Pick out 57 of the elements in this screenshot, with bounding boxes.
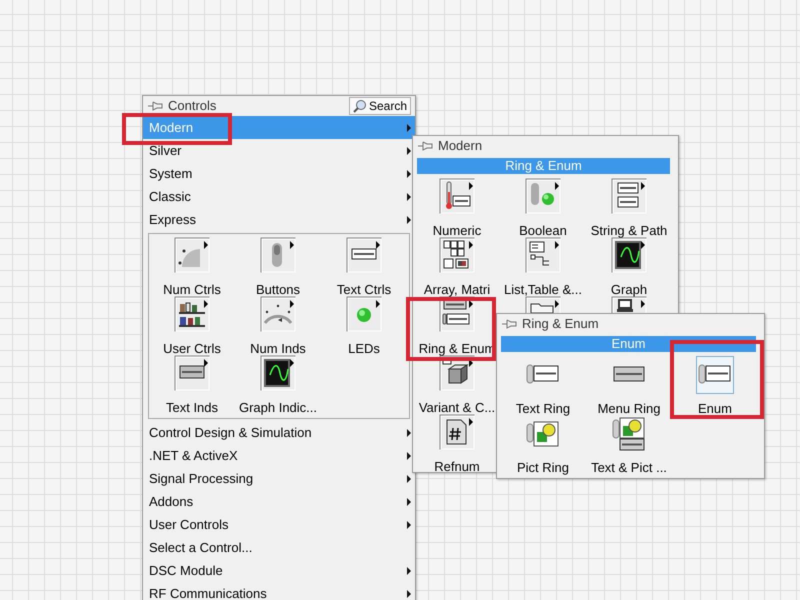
palette-item[interactable]: Enum <box>672 356 758 415</box>
pin-icon[interactable] <box>501 318 517 330</box>
palette-item[interactable]: Graph <box>586 237 672 296</box>
palette-item[interactable]: Num Ctrls <box>149 237 235 296</box>
menu-item[interactable]: User Controls <box>143 513 415 536</box>
list-tree-icon <box>525 237 561 273</box>
menu-item[interactable]: Silver <box>143 139 415 162</box>
palette-item[interactable]: Pict Ring <box>500 415 586 474</box>
search-button[interactable]: Search <box>348 97 411 115</box>
menu-item[interactable]: .NET & ActiveX <box>143 444 415 467</box>
palette-item[interactable]: Text Ring <box>500 356 586 415</box>
menu-item[interactable]: Classic <box>143 185 415 208</box>
menu-item[interactable]: Control Design & Simulation <box>143 421 415 444</box>
palette-item[interactable]: Num Inds <box>235 296 321 355</box>
menu-item[interactable]: System <box>143 162 415 185</box>
menu-item[interactable]: Addons <box>143 490 415 513</box>
graph-icon <box>611 237 647 273</box>
dial-icon <box>174 237 210 273</box>
menu-item[interactable]: DSC Module <box>143 559 415 582</box>
palette-item[interactable]: String & Path <box>586 178 672 237</box>
toggle-switch-icon <box>260 237 296 273</box>
panel-title: Ring & Enum <box>522 315 599 334</box>
menu-item[interactable]: Express <box>143 208 415 231</box>
document-hash-icon <box>439 414 475 450</box>
array-icon <box>439 237 475 273</box>
palette-item[interactable]: LEDs <box>321 296 407 355</box>
led-icon <box>346 296 382 332</box>
panel-title: Modern <box>438 137 482 156</box>
highlight-bar: Ring & Enum <box>417 158 670 174</box>
thermometer-icon <box>439 178 475 214</box>
graph-icon <box>260 355 296 391</box>
bookshelf-icon <box>174 296 210 332</box>
palette-item[interactable]: Graph Indic... <box>235 355 321 414</box>
palette-item[interactable]: Text Inds <box>149 355 235 414</box>
text-picture-ring-icon <box>611 416 647 452</box>
menu-item[interactable]: RF Communications <box>143 582 415 600</box>
palette-item[interactable]: Numeric <box>414 178 500 237</box>
palette-item[interactable]: Boolean <box>500 178 586 237</box>
palette-item[interactable]: Array, Matri <box>414 237 500 296</box>
pin-icon[interactable] <box>147 100 163 112</box>
palette-item[interactable]: Menu Ring <box>586 356 672 415</box>
search-icon <box>352 99 367 113</box>
toggle-led-icon <box>525 178 561 214</box>
palette-item[interactable]: User Ctrls <box>149 296 235 355</box>
menu-item[interactable]: Signal Processing <box>143 467 415 490</box>
panel-title: Controls <box>168 97 216 116</box>
menu-item[interactable]: Select a Control... <box>143 536 415 559</box>
palette-item[interactable]: Text & Pict ... <box>586 415 672 474</box>
text-indicator-icon <box>174 355 210 391</box>
text-fields-icon <box>611 178 647 214</box>
palette-item[interactable]: Buttons <box>235 237 321 296</box>
highlight-bar: Enum <box>501 336 756 352</box>
palette-item[interactable]: List,Table &... <box>500 237 586 296</box>
text-box-icon <box>346 237 382 273</box>
palette-item[interactable]: Text Ctrls <box>321 237 407 296</box>
gauge-icon <box>260 296 296 332</box>
pin-icon[interactable] <box>417 140 433 152</box>
